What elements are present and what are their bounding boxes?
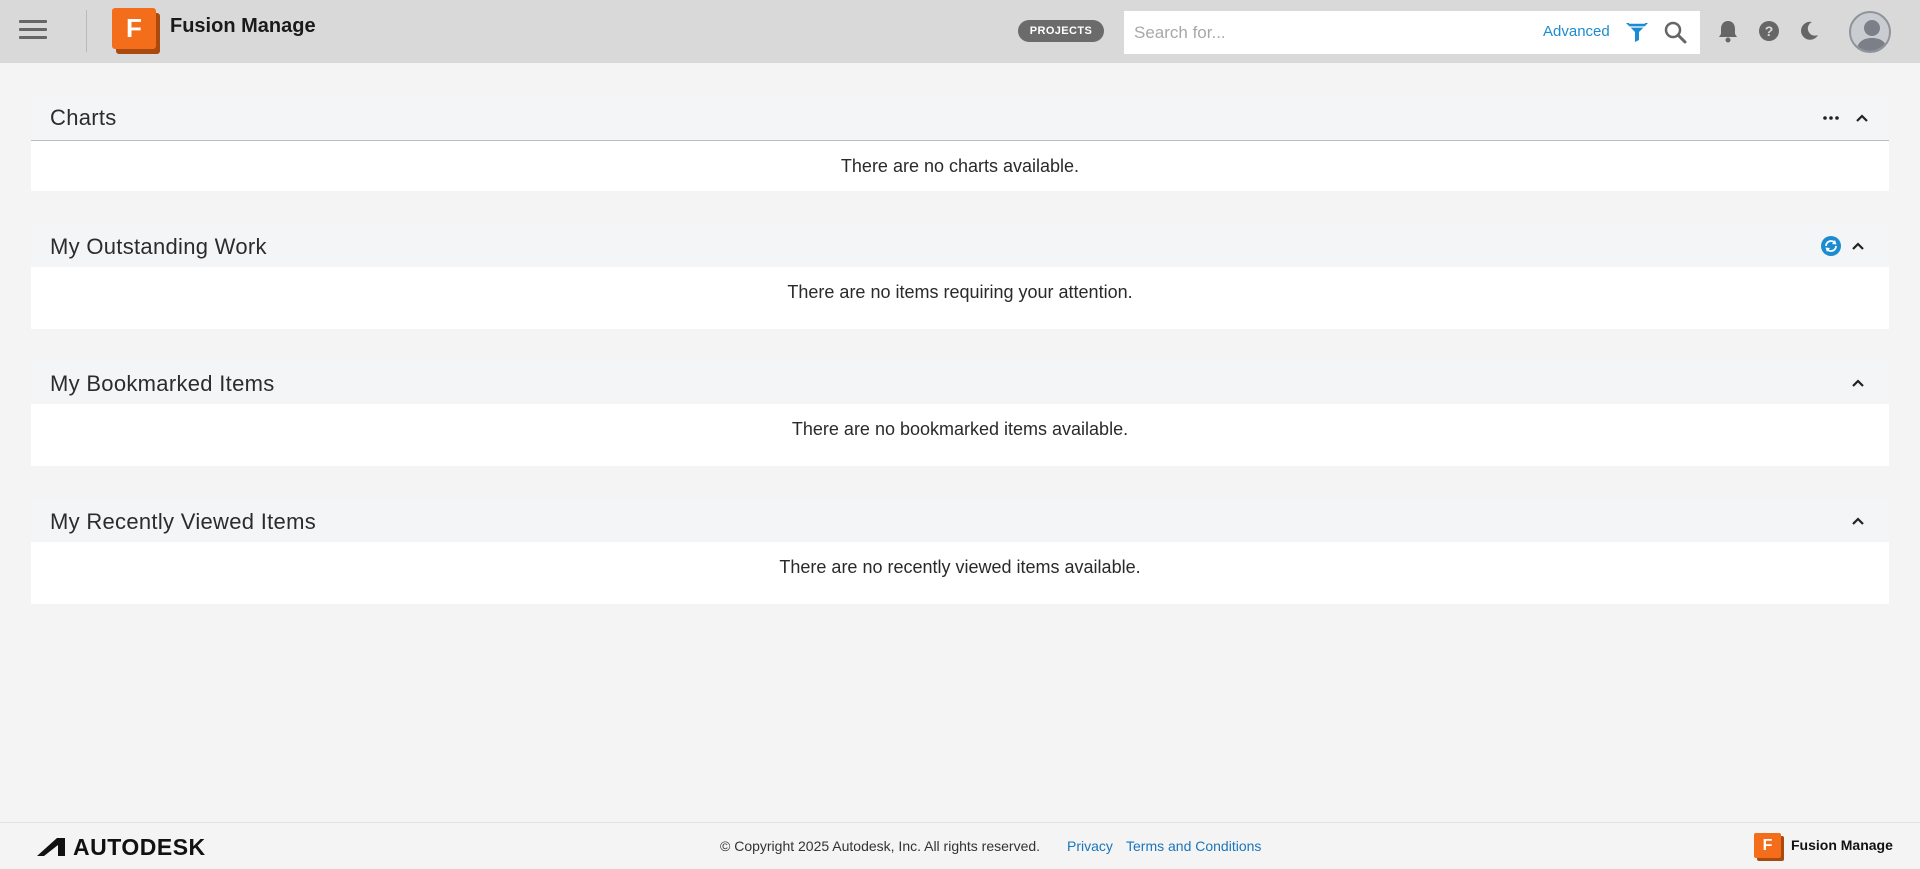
recently-viewed-header: My Recently Viewed Items — [31, 499, 1889, 542]
charts-header: Charts — [31, 95, 1889, 141]
avatar[interactable] — [1849, 11, 1891, 53]
bookmarked-empty-message: There are no bookmarked items available. — [31, 404, 1889, 466]
autodesk-wordmark: AUTODESK — [73, 833, 206, 860]
privacy-link[interactable]: Privacy — [1067, 838, 1113, 854]
refresh-icon[interactable] — [1820, 235, 1842, 257]
user-silhouette-icon — [1856, 20, 1888, 51]
search-input[interactable] — [1134, 19, 1534, 46]
search-icon[interactable] — [1663, 20, 1687, 44]
search-box — [1124, 11, 1700, 54]
footer-app-name: Fusion Manage — [1791, 837, 1893, 853]
terms-link[interactable]: Terms and Conditions — [1126, 838, 1261, 854]
footer-logo-letter: F — [1754, 833, 1781, 858]
advanced-search-link[interactable]: Advanced — [1543, 23, 1610, 40]
bell-icon[interactable] — [1717, 19, 1739, 43]
fusion-manage-logo[interactable]: F — [112, 8, 160, 54]
app-title[interactable]: Fusion Manage — [170, 15, 316, 38]
projects-button[interactable]: PROJECTS — [1018, 20, 1104, 42]
moon-icon[interactable] — [1798, 20, 1820, 42]
footer: AUTODESK © Copyright 2025 Autodesk, Inc.… — [0, 822, 1920, 869]
autodesk-logo[interactable]: AUTODESK — [37, 834, 206, 860]
bookmarked-items-section: My Bookmarked Items There are no bookmar… — [31, 361, 1889, 466]
more-options-icon[interactable] — [1821, 108, 1841, 128]
copyright-text: © Copyright 2025 Autodesk, Inc. All righ… — [720, 838, 1041, 854]
section-title: My Recently Viewed Items — [50, 509, 317, 534]
charts-section: Charts There are no charts available. — [31, 95, 1889, 191]
header-divider — [86, 10, 87, 52]
outstanding-empty-message: There are no items requiring your attent… — [31, 267, 1889, 329]
section-title: My Outstanding Work — [50, 234, 267, 259]
recently-viewed-section: My Recently Viewed Items There are no re… — [31, 499, 1889, 604]
recent-empty-message: There are no recently viewed items avail… — [31, 542, 1889, 604]
outstanding-work-header: My Outstanding Work — [31, 224, 1889, 267]
bookmarked-items-header: My Bookmarked Items — [31, 361, 1889, 404]
collapse-chevron-icon[interactable] — [1853, 109, 1871, 127]
outstanding-work-section: My Outstanding Work There are no items r… — [31, 224, 1889, 329]
fusion-manage-footer-logo: F — [1754, 833, 1784, 861]
charts-empty-message: There are no charts available. — [31, 141, 1889, 191]
collapse-chevron-icon[interactable] — [1849, 237, 1867, 255]
top-header: F Fusion Manage PROJECTS Advanced ? — [0, 0, 1920, 63]
menu-icon[interactable] — [19, 20, 47, 42]
logo-letter: F — [112, 8, 156, 49]
collapse-chevron-icon[interactable] — [1849, 374, 1867, 392]
autodesk-mark-icon — [37, 838, 65, 856]
section-title: My Bookmarked Items — [50, 371, 275, 396]
svg-text:?: ? — [1765, 23, 1774, 39]
help-icon[interactable]: ? — [1758, 20, 1780, 42]
section-title: Charts — [50, 105, 117, 130]
collapse-chevron-icon[interactable] — [1849, 512, 1867, 530]
filter-icon[interactable] — [1625, 21, 1649, 43]
